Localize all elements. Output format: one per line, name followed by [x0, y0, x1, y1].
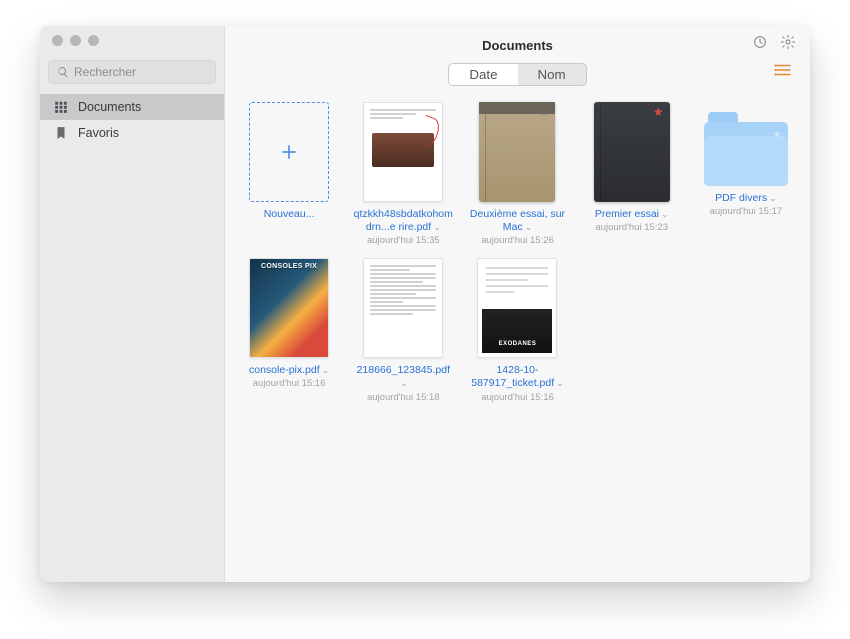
document-item[interactable]: 218666_123845.pdf⌄ aujourd'hui 15:18: [349, 258, 457, 402]
star-icon: ★: [772, 128, 782, 141]
search-input[interactable]: Rechercher: [48, 60, 216, 84]
plus-icon: [279, 142, 299, 162]
chevron-down-icon[interactable]: ⌄: [433, 222, 441, 232]
sidebar-item-favoris[interactable]: Favoris: [40, 120, 224, 146]
document-thumb[interactable]: [363, 258, 443, 358]
chevron-down-icon[interactable]: ⌄: [401, 378, 409, 388]
document-timestamp: aujourd'hui 15:17: [710, 206, 783, 217]
document-item[interactable]: EXODANES 1428-10-587917_ticket.pdf⌄ aujo…: [463, 258, 571, 402]
document-item[interactable]: qtzkkh48sbdatkohomdrn...e rire.pdf⌄ aujo…: [349, 102, 457, 246]
notebook-thumb[interactable]: ★: [479, 102, 555, 202]
folder-thumb[interactable]: ★: [704, 122, 788, 186]
search-placeholder: Rechercher: [74, 65, 136, 79]
sidebar: Rechercher Documents Favoris: [40, 26, 225, 582]
new-document-label: Nouveau...: [264, 208, 315, 221]
sync-icon[interactable]: [752, 34, 768, 50]
document-timestamp: aujourd'hui 15:18: [367, 392, 440, 403]
documents-grid: Nouveau... qtzkkh48sbdatkohomdrn...e rir…: [225, 96, 810, 413]
sidebar-item-documents[interactable]: Documents: [40, 94, 224, 120]
chevron-down-icon[interactable]: ⌄: [769, 193, 777, 203]
document-timestamp: aujourd'hui 15:35: [367, 235, 440, 246]
segment-name[interactable]: Nom: [518, 64, 586, 85]
document-title: 1428-10-587917_ticket.pdf⌄: [466, 364, 568, 390]
sort-segmented-control[interactable]: Date Nom: [448, 63, 586, 86]
document-title: 218666_123845.pdf⌄: [352, 364, 454, 390]
star-icon: ★: [539, 105, 550, 119]
document-thumb[interactable]: CONSOLES PIX: [249, 258, 329, 358]
document-item[interactable]: ★ Deuxième essai, sur Mac⌄ aujourd'hui 1…: [463, 102, 571, 246]
main-header: Documents Date Nom: [225, 26, 810, 96]
page-title: Documents: [225, 34, 810, 59]
document-thumb[interactable]: EXODANES: [477, 258, 557, 358]
notebook-thumb[interactable]: ★: [594, 102, 670, 202]
new-document-thumb[interactable]: [249, 102, 329, 202]
search-icon: [57, 66, 69, 78]
document-title: PDF divers⌄: [715, 192, 776, 205]
document-item[interactable]: ★ Premier essai⌄ aujourd'hui 15:23: [578, 102, 686, 246]
gear-icon[interactable]: [780, 34, 796, 50]
document-timestamp: aujourd'hui 15:16: [253, 378, 326, 389]
minimize-window-icon[interactable]: [70, 35, 81, 46]
list-icon: [774, 63, 792, 77]
document-thumb[interactable]: [363, 102, 443, 202]
chevron-down-icon[interactable]: ⌄: [322, 365, 330, 375]
close-window-icon[interactable]: [52, 35, 63, 46]
document-title: Premier essai⌄: [595, 208, 669, 221]
document-timestamp: aujourd'hui 15:26: [481, 235, 554, 246]
document-timestamp: aujourd'hui 15:23: [595, 222, 668, 233]
document-title: console-pix.pdf⌄: [249, 364, 329, 377]
window-controls[interactable]: [52, 35, 99, 46]
sidebar-item-label: Favoris: [78, 126, 119, 140]
app-window: Rechercher Documents Favoris Documents: [40, 26, 810, 582]
main-panel: Documents Date Nom: [225, 26, 810, 582]
chevron-down-icon[interactable]: ⌄: [556, 378, 564, 388]
document-item[interactable]: CONSOLES PIX console-pix.pdf⌄ aujourd'hu…: [235, 258, 343, 402]
zoom-window-icon[interactable]: [88, 35, 99, 46]
chevron-down-icon[interactable]: ⌄: [661, 209, 669, 219]
star-icon: ★: [653, 105, 664, 119]
grid-icon: [54, 100, 68, 114]
document-timestamp: aujourd'hui 15:16: [481, 392, 554, 403]
document-item[interactable]: ★ PDF divers⌄ aujourd'hui 15:17: [692, 102, 800, 246]
chevron-down-icon[interactable]: ⌄: [525, 222, 533, 232]
sidebar-item-label: Documents: [78, 100, 141, 114]
new-document-button[interactable]: Nouveau...: [235, 102, 343, 246]
document-title: Deuxième essai, sur Mac⌄: [466, 208, 568, 234]
bookmark-icon: [54, 126, 68, 140]
list-view-toggle[interactable]: [774, 63, 792, 82]
document-title: qtzkkh48sbdatkohomdrn...e rire.pdf⌄: [352, 208, 454, 234]
segment-date[interactable]: Date: [449, 64, 517, 85]
